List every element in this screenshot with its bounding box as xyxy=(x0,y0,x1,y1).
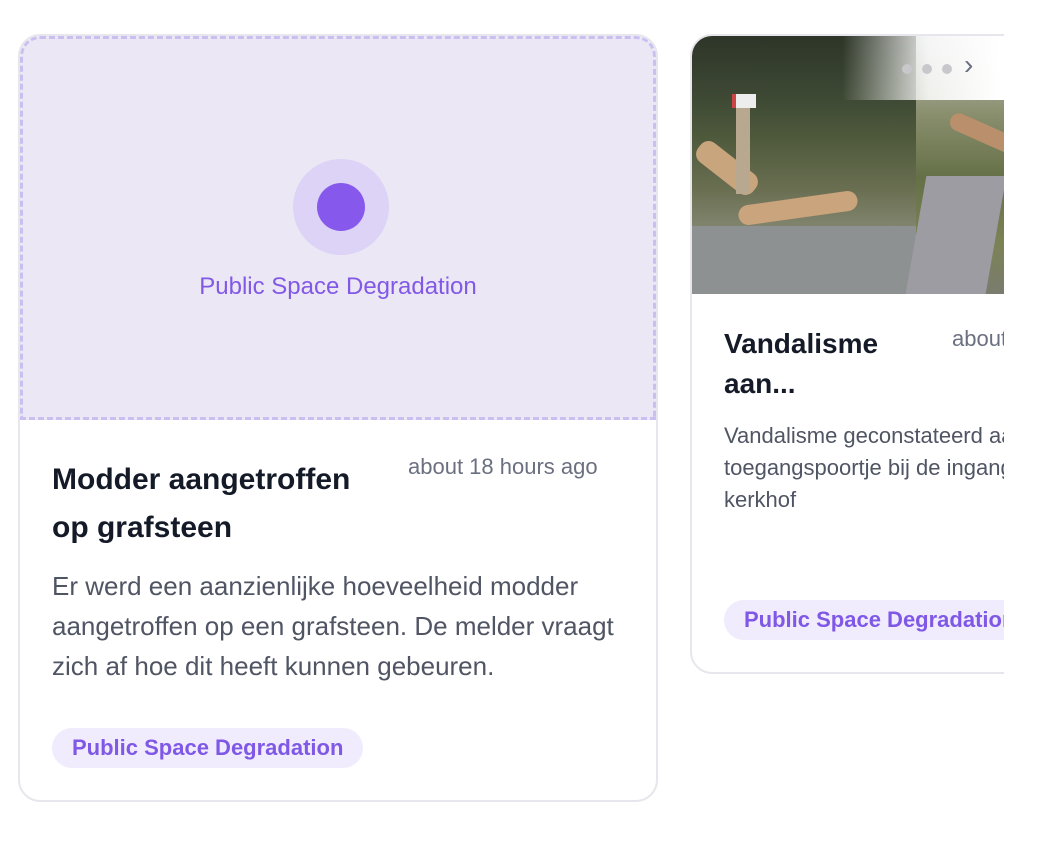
report-description: Vandalisme geconstateerd aan het toegang… xyxy=(724,423,1004,512)
report-timestamp: about 18 hours ago xyxy=(408,454,598,479)
report-card[interactable]: Public Space Degradation Modder aangetro… xyxy=(18,34,658,802)
report-description: Er werd een aanzienlijke hoeveelheid mod… xyxy=(52,571,614,681)
placeholder-category-label: Public Space Degradation xyxy=(199,273,477,300)
image-placeholder: Public Space Degradation xyxy=(20,36,656,420)
carousel-dot[interactable] xyxy=(942,64,952,74)
carousel-dots[interactable] xyxy=(902,61,962,79)
chevron-right-icon[interactable]: › xyxy=(964,50,973,80)
category-icon xyxy=(293,159,389,255)
report-title[interactable]: Vandalisme aan... xyxy=(724,324,924,404)
category-dot xyxy=(317,183,365,231)
report-card-clip: › Vandalisme aan... about Vandalisme gec… xyxy=(690,34,1004,674)
carousel-dot[interactable] xyxy=(902,64,912,74)
category-badge[interactable]: Public Space Degradation xyxy=(724,600,1004,640)
report-card[interactable]: › Vandalisme aan... about Vandalisme gec… xyxy=(690,34,1004,674)
photo-carousel[interactable]: › xyxy=(692,36,1004,294)
report-timestamp: about xyxy=(952,326,1004,351)
report-title[interactable]: Modder aangetroffen op grafsteen xyxy=(52,456,392,552)
category-badge[interactable]: Public Space Degradation xyxy=(52,728,364,768)
carousel-dot[interactable] xyxy=(922,64,932,74)
